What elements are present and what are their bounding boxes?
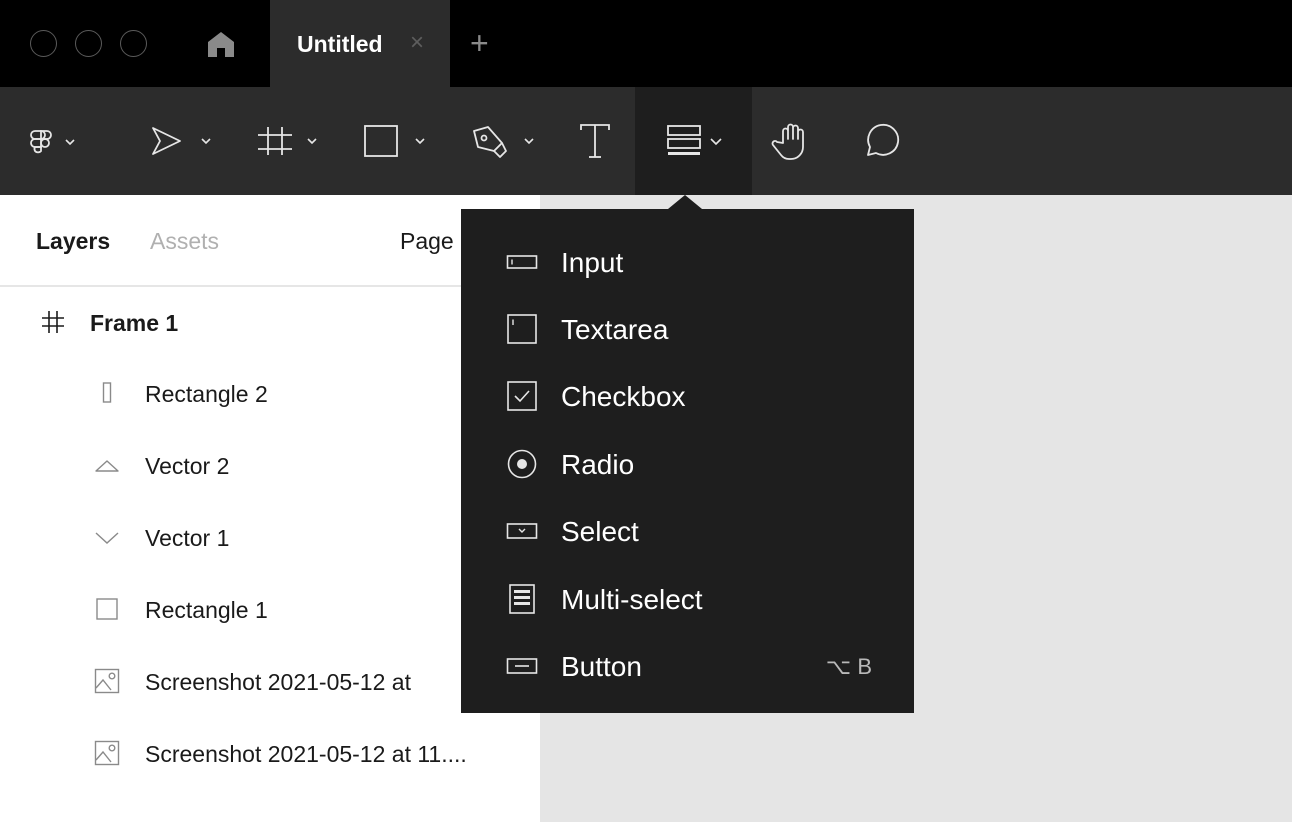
layer-name: Frame 1 [90,310,179,336]
menu-item-shortcut: ⌥ B [825,654,872,679]
title-bar: Untitled × + [0,0,1292,87]
hand-icon [771,123,804,160]
shape-tool-button[interactable] [358,87,438,195]
hand-tool-button[interactable] [765,87,820,195]
layer-vector-2[interactable]: Vector 2 [0,443,540,487]
frame-tool-button[interactable] [250,87,330,195]
app-window: Untitled × + Layers Assets Page Frame 1 … [0,0,1292,822]
tab-layers[interactable]: Layers [36,228,110,255]
menu-item-label: Input [561,247,624,278]
layer-screenshot-2[interactable]: Screenshot 2021-05-12 at 11.... [0,731,540,775]
menu-item-button[interactable]: Button ⌥ B [461,638,914,694]
layer-frame-1[interactable]: Frame 1 [0,300,540,344]
button-icon [506,652,538,680]
tab-title: Untitled [297,31,383,57]
menu-item-checkbox[interactable]: Checkbox [461,368,914,424]
home-icon [208,32,234,57]
textarea-icon [506,314,538,344]
panel-divider [0,285,540,287]
menu-item-radio[interactable]: Radio [461,436,914,492]
window-close-button[interactable] [30,30,57,57]
vector-triangle-icon [93,451,121,479]
layer-name: Screenshot 2021-05-12 at [145,669,411,695]
radio-icon [506,449,538,479]
menu-item-label: Multi-select [561,584,703,615]
pen-tool-button[interactable] [466,87,546,195]
text-icon [580,124,610,158]
select-icon [506,517,538,545]
layer-name: Vector 1 [145,525,230,551]
move-tool-button[interactable] [140,87,220,195]
vector-chevron-icon [93,523,121,551]
menu-item-multi-select[interactable]: Multi-select [461,571,914,627]
comment-icon [866,123,899,156]
tab-assets[interactable]: Assets [150,228,219,255]
layer-rectangle-1[interactable]: Rectangle 1 [0,587,540,631]
dropdown-pointer [668,195,702,209]
menu-item-label: Radio [561,449,635,480]
layers-panel: Layers Assets Page Frame 1 Rectangle 2 V… [0,195,540,822]
multi-select-icon [506,584,538,614]
image-icon [93,667,121,695]
pointer-icon [152,127,211,155]
menu-item-textarea[interactable]: Textarea [461,301,914,357]
text-tool-button[interactable] [570,87,620,195]
pen-icon [473,126,534,158]
menu-item-input[interactable]: Input [461,234,914,290]
page-selector[interactable]: Page [400,228,454,255]
menu-item-label: Button [561,651,642,682]
image-icon [93,739,121,767]
form-components-dropdown: Input Textarea Checkbox Radio Select Mul… [461,209,914,713]
comment-tool-button[interactable] [852,87,907,195]
form-components-tool-button[interactable] [635,87,752,195]
layer-name: Screenshot 2021-05-12 at 11.... [145,741,467,767]
figma-logo-icon [30,130,75,154]
tab-close-icon[interactable]: × [410,29,424,57]
new-tab-button[interactable]: + [470,24,489,62]
layer-vector-1[interactable]: Vector 1 [0,515,540,559]
window-minimize-button[interactable] [75,30,102,57]
rectangle-icon [364,125,425,157]
checkbox-icon [506,381,538,411]
main-menu-button[interactable] [14,87,94,195]
input-icon [506,248,538,276]
toolbar [0,87,1292,195]
thin-rectangle-icon [93,379,121,407]
window-zoom-button[interactable] [120,30,147,57]
rectangle-icon [93,595,121,623]
layer-screenshot-1[interactable]: Screenshot 2021-05-12 at [0,659,540,703]
frame-hash-icon [258,127,317,155]
frame-icon [39,308,67,336]
layer-name: Rectangle 1 [145,597,268,623]
menu-item-select[interactable]: Select [461,503,914,559]
layer-rectangle-2[interactable]: Rectangle 2 [0,371,540,415]
menu-item-label: Checkbox [561,381,686,412]
tab-untitled[interactable]: Untitled × [270,0,450,87]
layer-name: Rectangle 2 [145,381,268,407]
menu-item-label: Textarea [561,314,669,345]
form-components-icon [666,125,722,155]
menu-item-label: Select [561,516,639,547]
home-button[interactable] [193,22,249,66]
layer-name: Vector 2 [145,453,230,479]
